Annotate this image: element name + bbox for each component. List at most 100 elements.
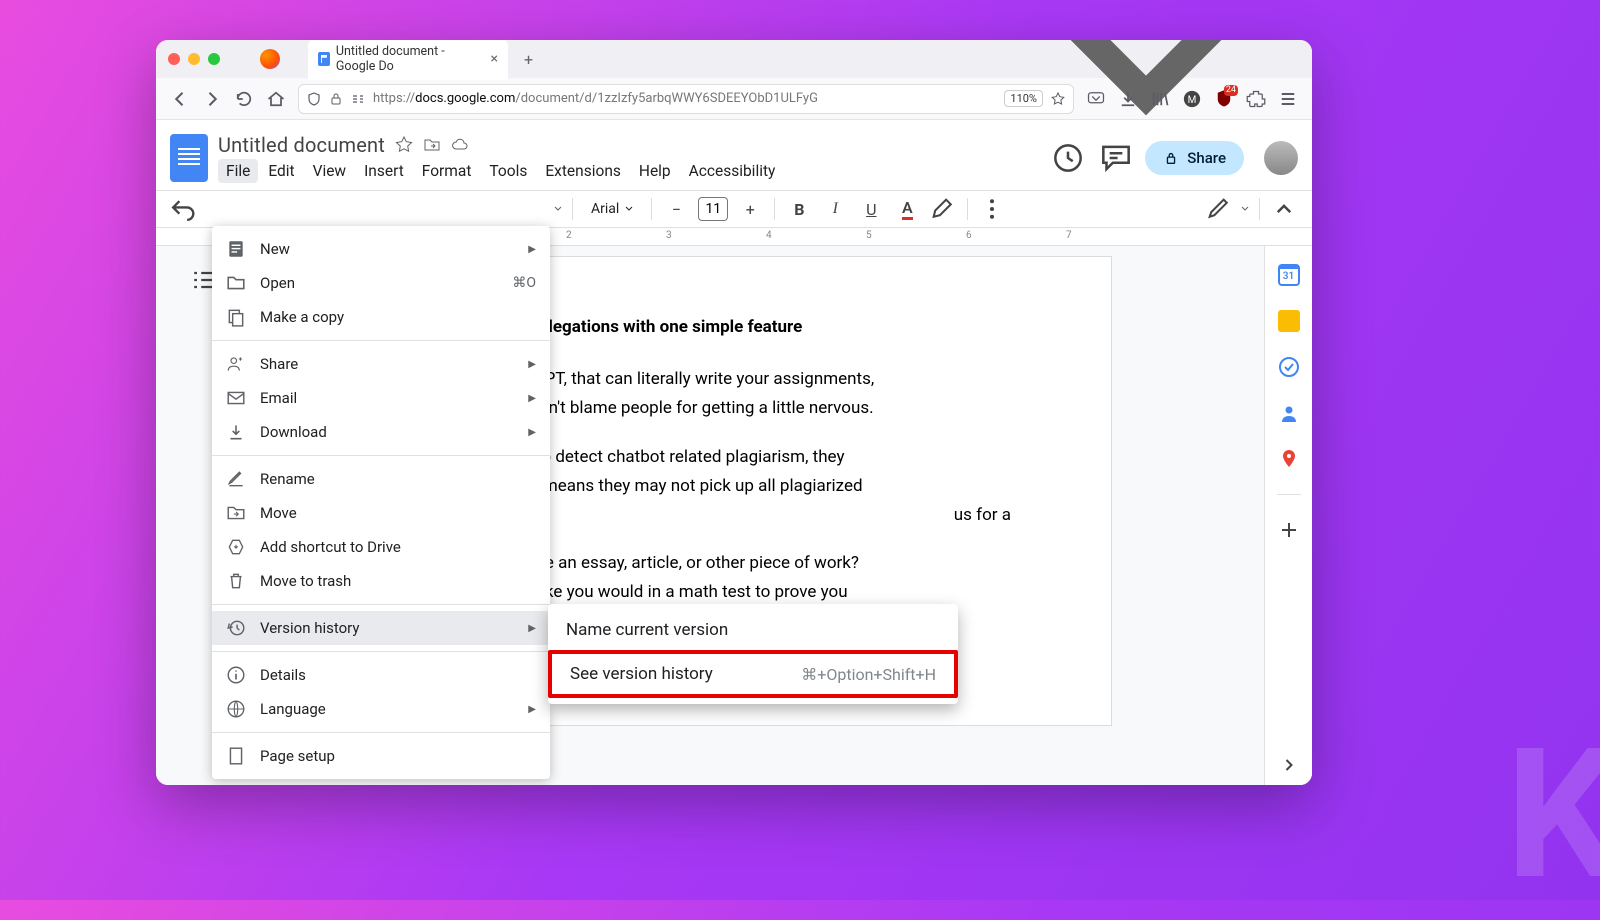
more-format-icon[interactable] [978, 195, 1006, 223]
editing-mode-button[interactable] [1205, 195, 1233, 223]
menu-item-email[interactable]: Email ▶ [212, 381, 550, 415]
decrease-font-size[interactable]: − [662, 195, 690, 223]
submenu-see-version-history[interactable]: See version history ⌘+Option+Shift+H [548, 650, 958, 698]
lock-icon [329, 92, 343, 106]
menu-help[interactable]: Help [631, 159, 679, 183]
text-color-button[interactable]: A [893, 195, 921, 223]
library-icon[interactable] [1150, 89, 1170, 109]
menu-item-share[interactable]: Share ▶ [212, 347, 550, 381]
italic-button[interactable]: I [821, 195, 849, 223]
menu-item-page-setup[interactable]: Page setup [212, 739, 550, 773]
comments-icon[interactable] [1097, 139, 1135, 177]
cloud-status-icon[interactable] [451, 136, 469, 154]
move-icon [226, 503, 246, 523]
svg-text:M: M [1188, 94, 1197, 105]
ublock-icon[interactable]: 24 [1214, 89, 1234, 109]
forward-button[interactable] [202, 89, 222, 109]
calendar-icon[interactable]: 31 [1278, 264, 1300, 286]
share-button[interactable]: Share [1145, 141, 1244, 175]
menu-edit[interactable]: Edit [260, 159, 302, 183]
menu-item-move[interactable]: Move [212, 496, 550, 530]
keep-icon[interactable] [1278, 310, 1300, 332]
chevron-down-icon [554, 191, 562, 227]
collapse-toolbar-icon[interactable] [1270, 195, 1298, 223]
maximize-window-button[interactable] [208, 53, 220, 65]
submenu-arrow-icon: ▶ [528, 704, 536, 715]
last-edit-icon[interactable] [1049, 139, 1087, 177]
star-icon[interactable] [395, 136, 413, 154]
submenu-arrow-icon: ▶ [528, 427, 536, 438]
menu-file[interactable]: File [218, 159, 258, 183]
tasks-icon[interactable] [1278, 356, 1300, 378]
extension-m-icon[interactable]: M [1182, 89, 1202, 109]
bookmark-star-icon[interactable] [1051, 92, 1065, 106]
share-group-icon [226, 354, 246, 374]
home-button[interactable] [266, 89, 286, 109]
menu-item-add-shortcut[interactable]: Add shortcut to Drive [212, 530, 550, 564]
chevron-down-icon [1241, 191, 1249, 227]
undo-button[interactable] [170, 195, 198, 223]
submenu-arrow-icon: ▶ [528, 623, 536, 634]
move-folder-icon[interactable] [423, 136, 441, 154]
url-bar[interactable]: https://docs.google.com/document/d/1zzIz… [298, 84, 1074, 114]
tab-title: Untitled document - Google Do [336, 44, 481, 74]
new-tab-button[interactable]: + [516, 46, 541, 73]
menu-item-trash[interactable]: Move to trash [212, 564, 550, 598]
save-to-pocket-icon[interactable] [1086, 89, 1106, 109]
zoom-level[interactable]: 110% [1004, 90, 1043, 107]
account-avatar[interactable] [1264, 141, 1298, 175]
submenu-arrow-icon: ▶ [528, 244, 536, 255]
submenu-name-current-version[interactable]: Name current version [548, 610, 958, 650]
menu-item-open[interactable]: Open ⌘O [212, 266, 550, 300]
side-panel-toggle-icon[interactable] [1279, 755, 1299, 775]
copy-icon [226, 307, 246, 327]
share-label: Share [1187, 149, 1226, 167]
reload-button[interactable] [234, 89, 254, 109]
menu-item-rename[interactable]: Rename [212, 462, 550, 496]
menu-format[interactable]: Format [414, 159, 480, 183]
font-size-input[interactable] [698, 197, 728, 221]
browser-window: Untitled document - Google Do × + https:… [156, 40, 1312, 785]
document-icon [226, 239, 246, 259]
downloads-icon[interactable] [1118, 89, 1138, 109]
folder-icon [226, 273, 246, 293]
menu-bar: File Edit View Insert Format Tools Exten… [218, 159, 783, 183]
underline-button[interactable]: U [857, 195, 885, 223]
trash-icon [226, 571, 246, 591]
menu-item-language[interactable]: Language ▶ [212, 692, 550, 726]
drive-shortcut-icon [226, 537, 246, 557]
browser-tab[interactable]: Untitled document - Google Do × [308, 40, 508, 80]
docs-favicon-icon [318, 52, 330, 66]
menu-accessibility[interactable]: Accessibility [681, 159, 784, 183]
highlight-button[interactable] [929, 195, 957, 223]
menu-item-download[interactable]: Download ▶ [212, 415, 550, 449]
minimize-window-button[interactable] [188, 53, 200, 65]
bold-button[interactable]: B [785, 195, 813, 223]
menu-tools[interactable]: Tools [481, 159, 535, 183]
back-button[interactable] [170, 89, 190, 109]
contacts-icon[interactable] [1278, 402, 1300, 424]
docs-logo-icon[interactable] [170, 134, 208, 182]
menu-item-make-copy[interactable]: Make a copy [212, 300, 550, 334]
menu-item-version-history[interactable]: Version history ▶ [212, 611, 550, 645]
menu-insert[interactable]: Insert [356, 159, 412, 183]
menu-view[interactable]: View [305, 159, 355, 183]
menu-item-details[interactable]: Details [212, 658, 550, 692]
maps-icon[interactable] [1278, 448, 1300, 470]
extensions-icon[interactable] [1246, 89, 1266, 109]
close-tab-icon[interactable]: × [491, 51, 498, 67]
font-family-select[interactable]: Arial [583, 197, 641, 221]
submenu-arrow-icon: ▶ [528, 393, 536, 404]
window-controls [168, 53, 220, 65]
version-history-submenu: Name current version See version history… [548, 604, 958, 704]
menu-item-new[interactable]: New ▶ [212, 232, 550, 266]
menu-extensions[interactable]: Extensions [537, 159, 629, 183]
close-window-button[interactable] [168, 53, 180, 65]
add-addon-icon[interactable] [1278, 519, 1300, 541]
document-title[interactable]: Untitled document [218, 133, 385, 157]
tabs-dropdown-icon[interactable] [992, 40, 1300, 215]
app-menu-icon[interactable] [1278, 89, 1298, 109]
page-setup-icon [226, 746, 246, 766]
increase-font-size[interactable]: + [736, 195, 764, 223]
download-icon [226, 422, 246, 442]
